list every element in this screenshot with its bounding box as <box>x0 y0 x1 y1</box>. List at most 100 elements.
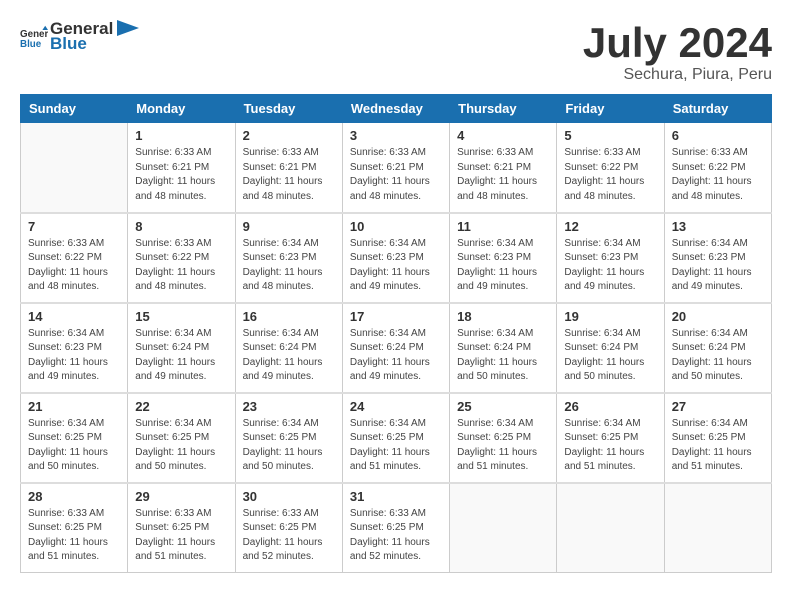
day-info: Sunrise: 6:34 AMSunset: 6:24 PMDaylight:… <box>457 327 549 385</box>
day-info: Sunrise: 6:33 AMSunset: 6:21 PMDaylight:… <box>457 146 549 204</box>
day-number: 31 <box>350 489 442 504</box>
calendar-cell: 16Sunrise: 6:34 AMSunset: 6:24 PMDayligh… <box>235 303 342 393</box>
calendar-week-row: 28 Sunrise: 6:33 AMSunset: 6:25 PMDayligh… <box>21 483 772 573</box>
calendar-cell: 15 Sunrise: 6:34 AMSunset: 6:24 PMDayligh… <box>128 303 235 393</box>
calendar-cell: 2Sunrise: 6:33 AMSunset: 6:21 PMDaylight… <box>235 123 342 213</box>
day-number: 9 <box>243 219 335 234</box>
calendar-cell: 24 Sunrise: 6:34 AMSunset: 6:25 PMDayligh… <box>342 393 449 483</box>
calendar-cell: 7 Sunrise: 6:33 AMSunset: 6:22 PMDaylight… <box>21 213 128 303</box>
calendar-cell: 29 Sunrise: 6:33 AMSunset: 6:25 PMDayligh… <box>128 483 235 573</box>
day-number: 14 <box>28 309 120 324</box>
day-number: 30 <box>243 489 335 504</box>
calendar-cell: 23 Sunrise: 6:34 AMSunset: 6:25 PMDayligh… <box>235 393 342 483</box>
day-number: 12 <box>564 219 656 234</box>
calendar-cell: 13 Sunrise: 6:34 AMSunset: 6:23 PMDayligh… <box>664 213 771 303</box>
day-info: Sunrise: 6:34 AMSunset: 6:23 PMDaylight:… <box>350 237 442 295</box>
calendar-cell: 26 Sunrise: 6:34 AMSunset: 6:25 PMDayligh… <box>557 393 664 483</box>
day-info: Sunrise: 6:33 AMSunset: 6:25 PMDaylight:… <box>135 507 227 565</box>
logo-flag-icon <box>117 20 139 46</box>
calendar-cell: 28Sunrise: 6:33 AMSunset: 6:25 PMDayligh… <box>21 483 128 573</box>
calendar-week-row: 7 Sunrise: 6:33 AMSunset: 6:22 PMDaylight… <box>21 213 772 303</box>
calendar-cell: 19 Sunrise: 6:34 AMSunset: 6:24 PMDayligh… <box>557 303 664 393</box>
calendar-cell: 5 Sunrise: 6:33 AMSunset: 6:22 PMDaylight… <box>557 123 664 213</box>
day-info: Sunrise: 6:33 AMSunset: 6:22 PMDaylight:… <box>672 146 764 204</box>
day-number: 13 <box>672 219 764 234</box>
calendar-weekday-sunday: Sunday <box>21 95 128 123</box>
logo-icon: General Blue <box>20 23 48 51</box>
day-number: 8 <box>135 219 227 234</box>
calendar-cell <box>21 123 128 213</box>
day-number: 17 <box>350 309 442 324</box>
calendar-week-row: 1 Sunrise: 6:33 AMSunset: 6:21 PMDaylight… <box>21 123 772 213</box>
calendar-cell: 25Sunrise: 6:34 AMSunset: 6:25 PMDayligh… <box>450 393 557 483</box>
day-info: Sunrise: 6:34 AMSunset: 6:23 PMDaylight:… <box>672 237 764 295</box>
day-info: Sunrise: 6:34 AMSunset: 6:24 PMDaylight:… <box>243 327 335 385</box>
day-number: 29 <box>135 489 227 504</box>
day-number: 23 <box>243 399 335 414</box>
day-number: 4 <box>457 128 549 143</box>
day-info: Sunrise: 6:34 AMSunset: 6:23 PMDaylight:… <box>457 237 549 295</box>
calendar-cell <box>450 483 557 573</box>
day-info: Sunrise: 6:34 AMSunset: 6:24 PMDaylight:… <box>350 327 442 385</box>
day-info: Sunrise: 6:34 AMSunset: 6:25 PMDaylight:… <box>243 417 335 475</box>
calendar-cell: 30 Sunrise: 6:33 AMSunset: 6:25 PMDayligh… <box>235 483 342 573</box>
day-info: Sunrise: 6:34 AMSunset: 6:25 PMDaylight:… <box>350 417 442 475</box>
day-number: 28 <box>28 489 120 504</box>
title-block: July 2024 Sechura, Piura, Peru <box>583 20 772 84</box>
calendar-cell <box>557 483 664 573</box>
calendar-header-row: SundayMondayTuesdayWednesdayThursdayFrid… <box>21 95 772 123</box>
day-number: 10 <box>350 219 442 234</box>
day-number: 22 <box>135 399 227 414</box>
day-number: 15 <box>135 309 227 324</box>
calendar-cell: 20Sunrise: 6:34 AMSunset: 6:24 PMDayligh… <box>664 303 771 393</box>
day-number: 3 <box>350 128 442 143</box>
day-info: Sunrise: 6:34 AMSunset: 6:25 PMDaylight:… <box>672 417 764 475</box>
day-number: 27 <box>672 399 764 414</box>
day-info: Sunrise: 6:34 AMSunset: 6:24 PMDaylight:… <box>564 327 656 385</box>
calendar-cell: 8 Sunrise: 6:33 AMSunset: 6:22 PMDaylight… <box>128 213 235 303</box>
calendar-cell: 14 Sunrise: 6:34 AMSunset: 6:23 PMDayligh… <box>21 303 128 393</box>
day-info: Sunrise: 6:34 AMSunset: 6:25 PMDaylight:… <box>564 417 656 475</box>
day-info: Sunrise: 6:33 AMSunset: 6:25 PMDaylight:… <box>243 507 335 565</box>
calendar-weekday-thursday: Thursday <box>450 95 557 123</box>
calendar-cell: 1 Sunrise: 6:33 AMSunset: 6:21 PMDaylight… <box>128 123 235 213</box>
calendar-cell: 9 Sunrise: 6:34 AMSunset: 6:23 PMDaylight… <box>235 213 342 303</box>
day-info: Sunrise: 6:33 AMSunset: 6:21 PMDaylight:… <box>243 146 335 204</box>
day-number: 5 <box>564 128 656 143</box>
calendar-cell: 18Sunrise: 6:34 AMSunset: 6:24 PMDayligh… <box>450 303 557 393</box>
calendar-cell: 4 Sunrise: 6:33 AMSunset: 6:21 PMDaylight… <box>450 123 557 213</box>
calendar-cell: 12 Sunrise: 6:34 AMSunset: 6:23 PMDayligh… <box>557 213 664 303</box>
day-number: 11 <box>457 219 549 234</box>
logo: General Blue General Blue <box>20 20 139 53</box>
calendar-cell: 22Sunrise: 6:34 AMSunset: 6:25 PMDayligh… <box>128 393 235 483</box>
calendar-weekday-monday: Monday <box>128 95 235 123</box>
day-number: 24 <box>350 399 442 414</box>
calendar-week-row: 21 Sunrise: 6:34 AMSunset: 6:25 PMDayligh… <box>21 393 772 483</box>
svg-text:Blue: Blue <box>20 38 42 49</box>
day-info: Sunrise: 6:33 AMSunset: 6:22 PMDaylight:… <box>135 237 227 295</box>
day-number: 1 <box>135 128 227 143</box>
calendar-table: SundayMondayTuesdayWednesdayThursdayFrid… <box>20 94 772 573</box>
day-info: Sunrise: 6:33 AMSunset: 6:25 PMDaylight:… <box>350 507 442 565</box>
calendar-cell: 6 Sunrise: 6:33 AMSunset: 6:22 PMDaylight… <box>664 123 771 213</box>
day-number: 26 <box>564 399 656 414</box>
calendar-weekday-wednesday: Wednesday <box>342 95 449 123</box>
day-number: 7 <box>28 219 120 234</box>
calendar-cell: 21 Sunrise: 6:34 AMSunset: 6:25 PMDayligh… <box>21 393 128 483</box>
day-number: 21 <box>28 399 120 414</box>
day-number: 20 <box>672 309 764 324</box>
day-info: Sunrise: 6:34 AMSunset: 6:24 PMDaylight:… <box>135 327 227 385</box>
subtitle: Sechura, Piura, Peru <box>583 66 772 84</box>
day-number: 19 <box>564 309 656 324</box>
day-info: Sunrise: 6:33 AMSunset: 6:22 PMDaylight:… <box>564 146 656 204</box>
day-info: Sunrise: 6:34 AMSunset: 6:25 PMDaylight:… <box>28 417 120 475</box>
day-info: Sunrise: 6:34 AMSunset: 6:23 PMDaylight:… <box>564 237 656 295</box>
calendar-cell: 17 Sunrise: 6:34 AMSunset: 6:24 PMDayligh… <box>342 303 449 393</box>
day-info: Sunrise: 6:33 AMSunset: 6:22 PMDaylight:… <box>28 237 120 295</box>
calendar-cell: 10 Sunrise: 6:34 AMSunset: 6:23 PMDayligh… <box>342 213 449 303</box>
day-number: 6 <box>672 128 764 143</box>
day-info: Sunrise: 6:34 AMSunset: 6:23 PMDaylight:… <box>243 237 335 295</box>
day-info: Sunrise: 6:34 AMSunset: 6:23 PMDaylight:… <box>28 327 120 385</box>
day-info: Sunrise: 6:33 AMSunset: 6:21 PMDaylight:… <box>135 146 227 204</box>
calendar-weekday-friday: Friday <box>557 95 664 123</box>
